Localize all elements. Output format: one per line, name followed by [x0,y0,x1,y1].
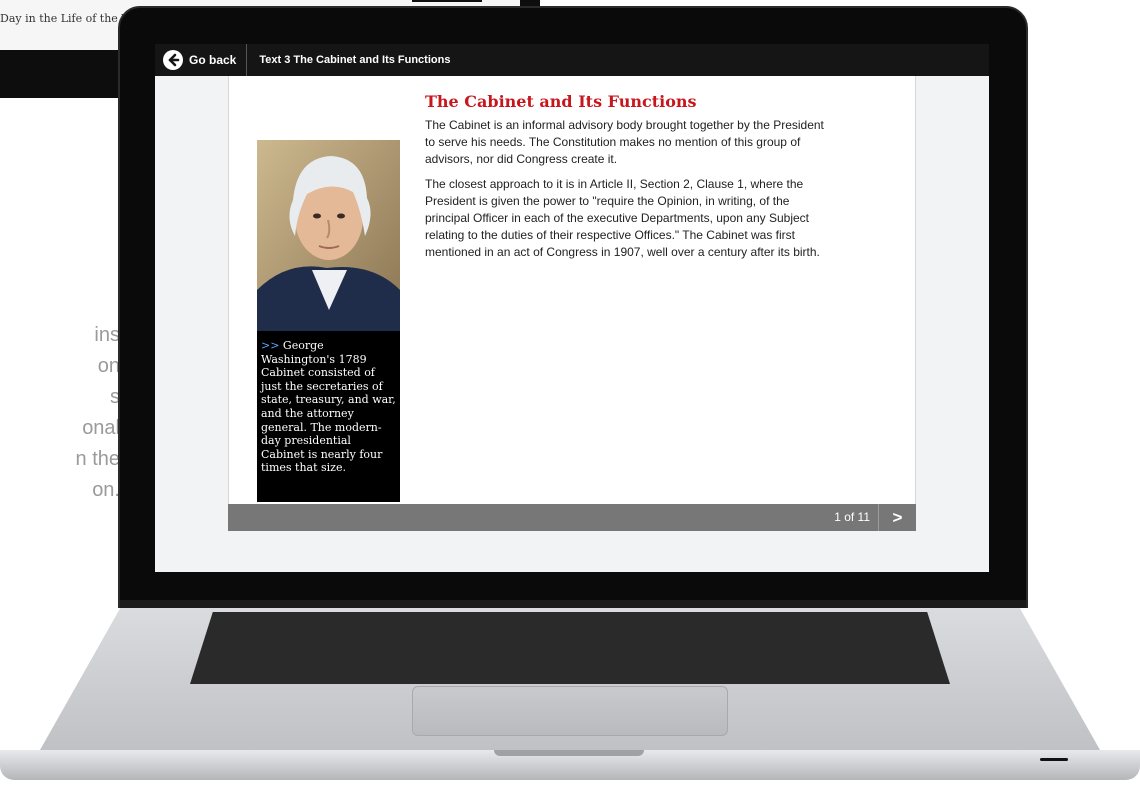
go-back-label: Go back [189,53,237,67]
article: The Cabinet and Its Functions The Cabine… [425,92,835,269]
portrait-caption: >> George Washington's 1789 Cabinet cons… [257,331,400,502]
background-text-line: on. [92,479,120,501]
page-title: Text 3 The Cabinet and Its Functions [259,54,451,66]
go-back-button[interactable]: Go back [155,44,248,76]
pagination-bar: 1 of 11 > [228,504,916,531]
lid-notch [494,750,644,756]
app-header-bar: Go back Text 3 The Cabinet and Its Funct… [155,44,989,76]
background-text-line: s [110,386,120,408]
article-heading: The Cabinet and Its Functions [425,92,697,111]
reader-page: >> George Washington's 1789 Cabinet cons… [228,76,916,504]
page-counter: 1 of 11 [834,510,870,524]
background-device-title: Day in the Life of the W [0,12,133,25]
background-text-line: n the [75,448,120,470]
caption-text: George Washington's 1789 Cabinet consist… [261,339,396,475]
background-device-tab [412,0,482,2]
laptop-screen: Go back Text 3 The Cabinet and Its Funct… [155,44,989,572]
article-paragraph: The closest approach to it is in Article… [425,177,820,259]
next-page-button[interactable]: > [878,504,916,531]
trackpad [412,686,728,736]
background-text-line: onal [82,417,120,439]
article-paragraph: The Cabinet is an informal advisory body… [425,118,824,166]
background-side-text: ins on s onal n the on. [0,320,120,506]
keyboard [190,612,950,684]
george-washington-portrait [257,140,400,331]
arrow-left-circle-icon [163,50,183,70]
laptop-hinge [120,600,1026,608]
background-text-line: ins [94,324,120,346]
laptop-base [0,600,1140,788]
background-text-line: on [97,355,120,377]
status-led [1040,758,1068,761]
chevron-right-icon: > [892,507,903,527]
caption-marker: >> [261,339,280,352]
